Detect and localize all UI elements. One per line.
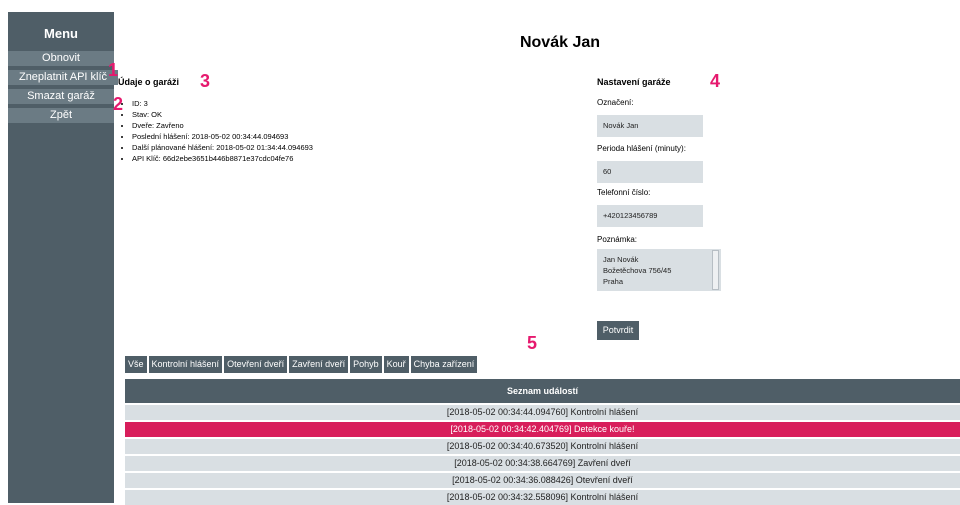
annotation-3: 3 <box>200 71 211 91</box>
filter-smoke[interactable]: Kouř <box>383 356 409 373</box>
garage-info-list: ID: 3 Stav: OK Dveře: Zavřeno Poslední h… <box>118 98 313 164</box>
note-line-1: Jan Novák <box>603 255 639 264</box>
garage-settings-form: Nastavení garáže Označení: Novák Jan Per… <box>597 77 721 340</box>
phone-field-label: Telefonní číslo: <box>597 188 651 197</box>
sidebar-item-refresh[interactable]: Obnovit <box>8 51 114 66</box>
note-scrollbar[interactable] <box>712 250 719 290</box>
sidebar-menu: Menu Obnovit Zneplatnit API klíč Smazat … <box>8 12 118 503</box>
event-row: [2018-05-02 00:34:36.088426] Otevření dv… <box>125 473 960 488</box>
event-row: [2018-05-02 00:34:44.094760] Kontrolní h… <box>125 405 960 420</box>
annotation-1: 1 <box>108 60 119 80</box>
sidebar-item-invalidate-api-key[interactable]: Zneplatnit API klíč <box>8 70 118 85</box>
phone-input[interactable]: +420123456789 <box>597 205 703 227</box>
event-row: [2018-05-02 00:34:38.664769] Zavření dve… <box>125 456 960 471</box>
event-row: [2018-05-02 00:34:40.673520] Kontrolní h… <box>125 439 960 454</box>
info-api-key: API Klíč: 66d2ebe3651b446b8871e37cdc04fe… <box>132 153 313 164</box>
event-filter-bar: Vše Kontrolní hlášení Otevření dveří Zav… <box>125 356 478 373</box>
info-id: ID: 3 <box>132 98 313 109</box>
info-last-report: Poslední hlášení: 2018-05-02 00:34:44.09… <box>132 131 313 142</box>
event-list: Seznam událostí [2018-05-02 00:34:44.094… <box>125 379 960 505</box>
event-list-heading: Seznam událostí <box>125 379 960 403</box>
label-field-label: Označení: <box>597 98 634 107</box>
garage-info-heading: Údaje o garáži <box>118 77 180 87</box>
info-door: Dveře: Zavřeno <box>132 120 313 131</box>
menu-title: Menu <box>44 26 78 41</box>
note-textarea[interactable]: Jan Novák Božetěchova 756/45 Praha <box>597 249 721 291</box>
filter-all[interactable]: Vše <box>125 356 147 373</box>
filter-device-error[interactable]: Chyba zařízení <box>410 356 478 373</box>
note-line-3: Praha <box>603 277 624 286</box>
filter-door-open[interactable]: Otevření dveří <box>224 356 288 373</box>
filter-door-close[interactable]: Zavření dveří <box>289 356 349 373</box>
info-status: Stav: OK <box>132 109 313 120</box>
note-line-2: Božetěchova 756/45 <box>603 266 672 275</box>
info-next-report: Další plánované hlášení: 2018-05-02 01:3… <box>132 142 313 153</box>
note-field-label: Poznámka: <box>597 235 638 244</box>
submit-button[interactable]: Potvrdit <box>597 321 639 340</box>
event-row-alert: [2018-05-02 00:34:42.404769] Detekce kou… <box>125 422 960 437</box>
sidebar-item-delete-garage[interactable]: Smazat garáž <box>8 89 114 104</box>
page-title: Novák Jan <box>519 34 601 51</box>
filter-motion[interactable]: Pohyb <box>350 356 382 373</box>
sidebar-item-back[interactable]: Zpět <box>8 108 114 123</box>
label-input[interactable]: Novák Jan <box>597 115 703 137</box>
filter-check-report[interactable]: Kontrolní hlášení <box>148 356 223 373</box>
period-field-label: Perioda hlášení (minuty): <box>597 144 686 153</box>
period-input[interactable]: 60 <box>597 161 703 183</box>
settings-heading: Nastavení garáže <box>597 77 671 87</box>
annotation-5: 5 <box>527 333 538 353</box>
